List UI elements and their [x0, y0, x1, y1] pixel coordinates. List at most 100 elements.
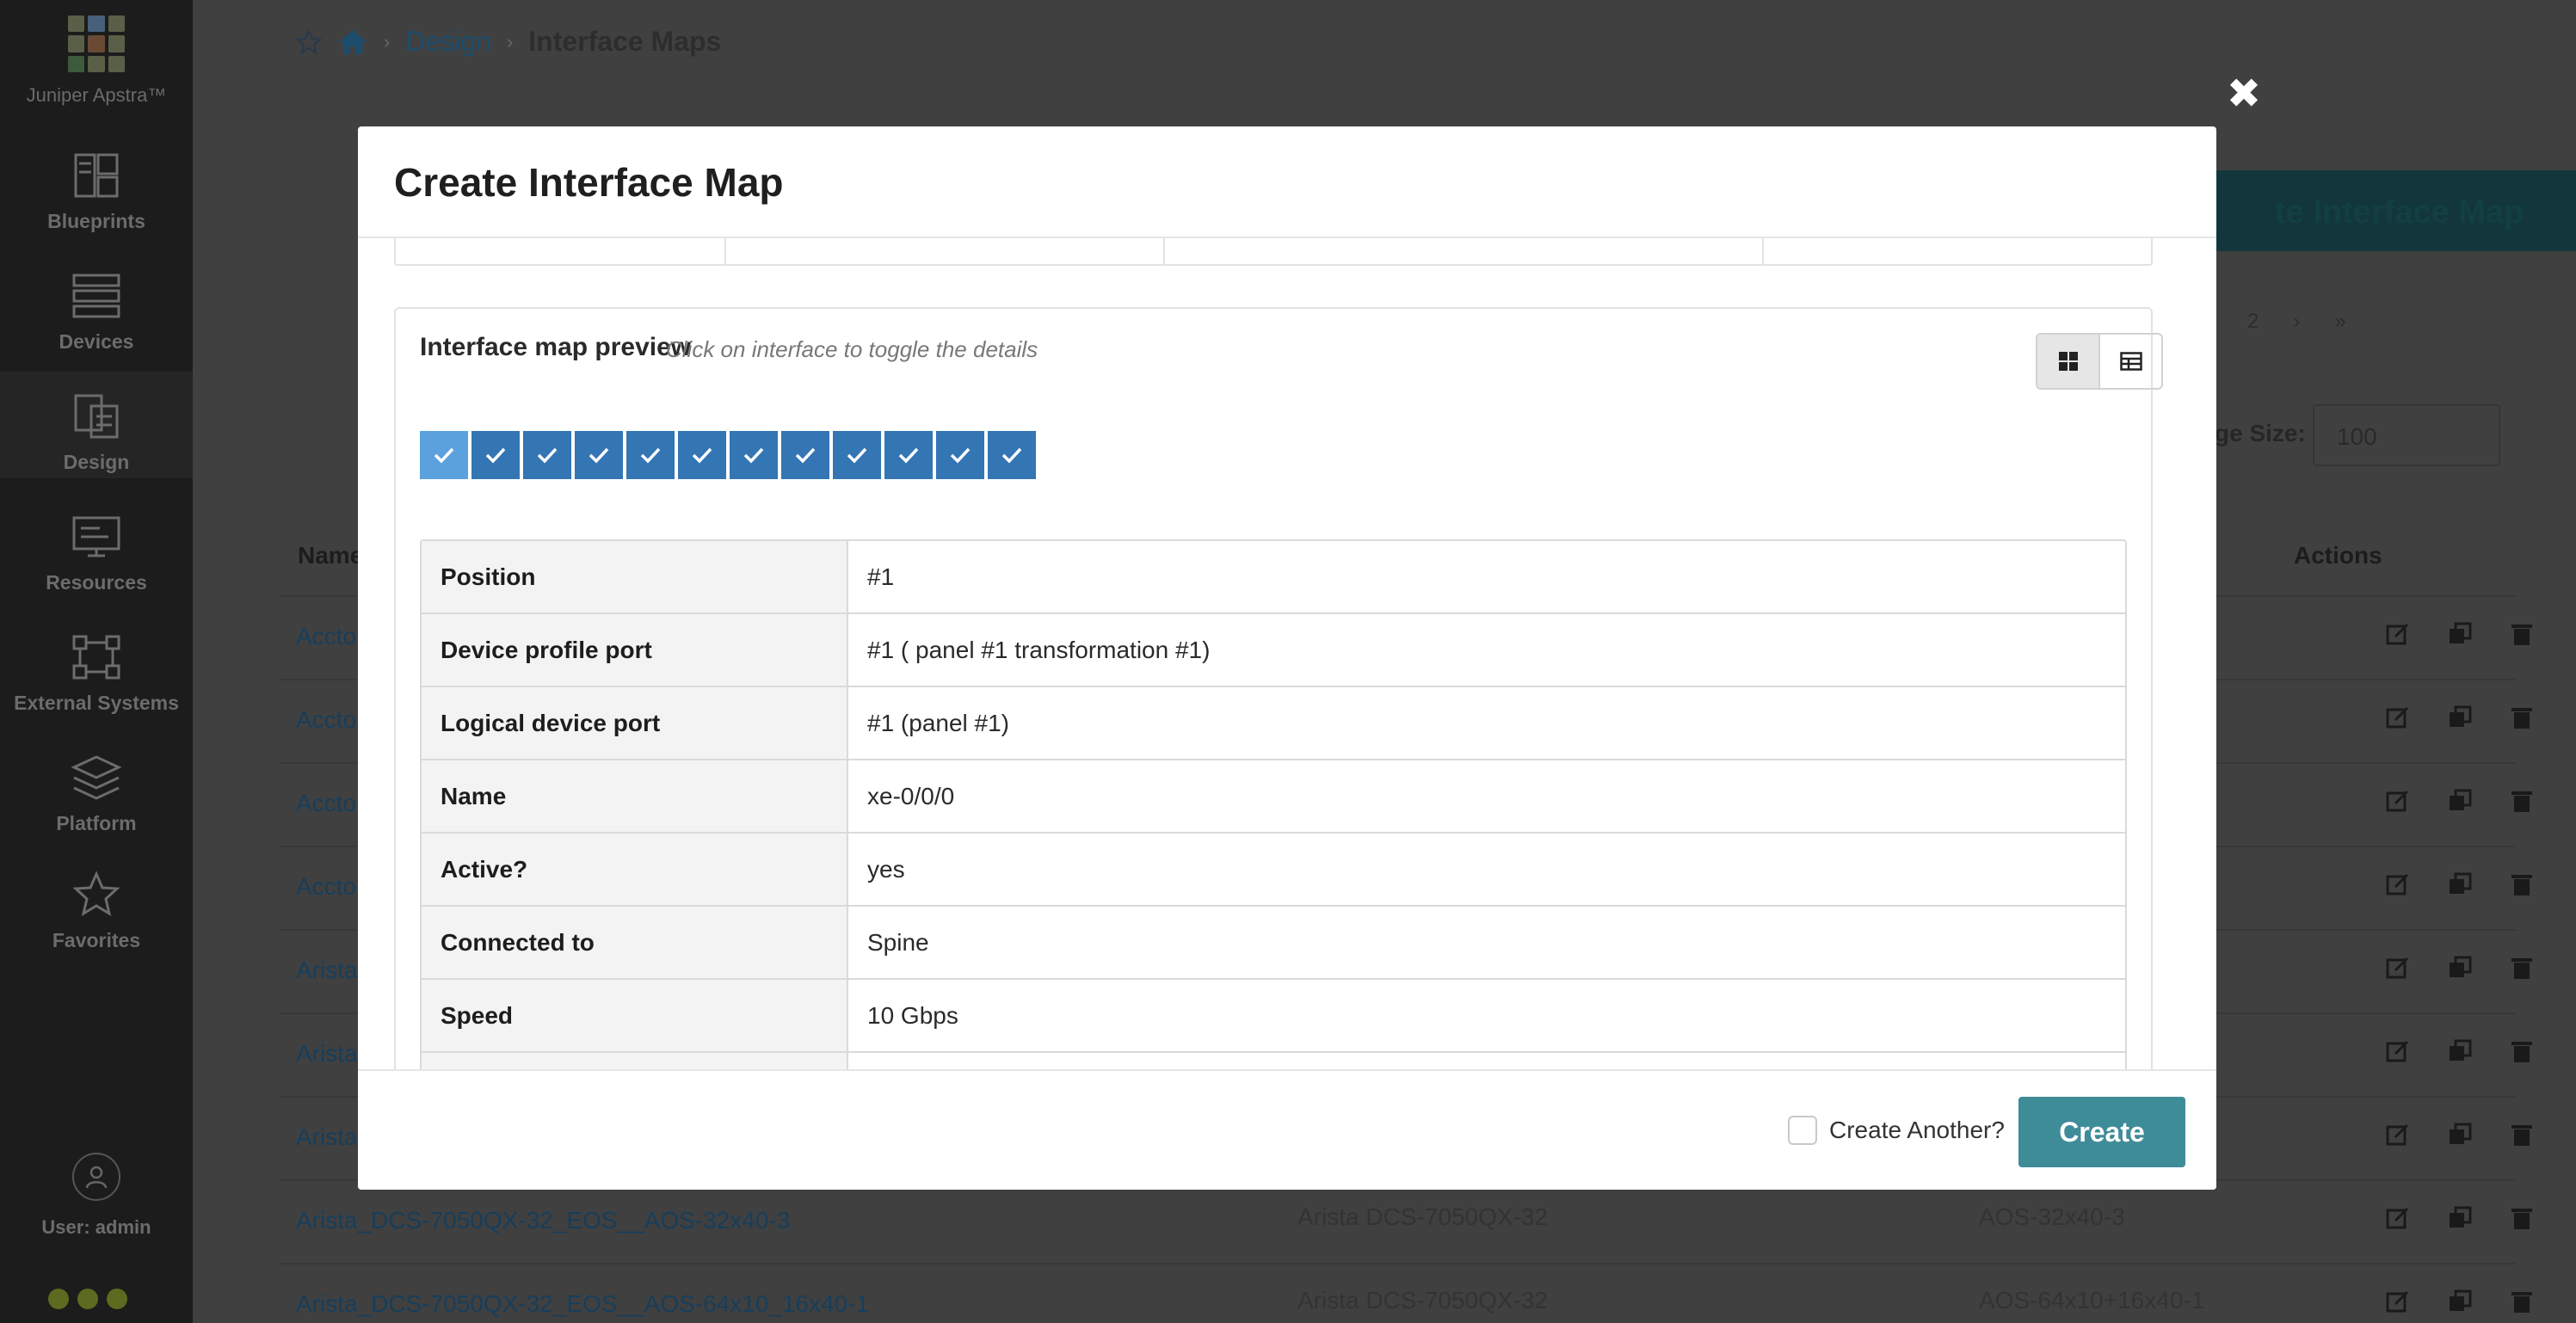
- devices-icon: [72, 274, 120, 318]
- interface-port[interactable]: [575, 431, 623, 479]
- create-another-checkbox[interactable]: [1788, 1116, 1817, 1145]
- clone-icon[interactable]: [2447, 1205, 2473, 1231]
- interface-port[interactable]: [730, 431, 778, 479]
- delete-icon[interactable]: [2509, 1289, 2535, 1314]
- sidebar-item-blueprints[interactable]: Blueprints: [0, 151, 193, 233]
- next-page-icon[interactable]: ›: [2293, 310, 2300, 334]
- detail-key: Name: [422, 760, 848, 832]
- clone-icon[interactable]: [2447, 705, 2473, 730]
- edit-icon[interactable]: [2385, 621, 2411, 647]
- delete-icon[interactable]: [2509, 1038, 2535, 1064]
- interface-map-name-link[interactable]: Accto: [296, 873, 356, 901]
- interface-port[interactable]: [781, 431, 829, 479]
- device-profile-link[interactable]: Arista DCS-7050QX-32: [1297, 1287, 1548, 1314]
- brand[interactable]: Juniper Apstra™: [0, 15, 193, 107]
- create-another-option[interactable]: Create Another?: [1788, 1116, 2005, 1145]
- sidebar-item-external-systems[interactable]: External Systems: [0, 633, 193, 715]
- edit-icon[interactable]: [2385, 1205, 2411, 1231]
- sidebar-item-resources[interactable]: Resources: [0, 513, 193, 594]
- breadcrumb-design-link[interactable]: Design: [405, 26, 491, 58]
- page-size-select[interactable]: 100: [2313, 404, 2500, 466]
- check-icon: [589, 447, 609, 464]
- clone-icon[interactable]: [2447, 1122, 2473, 1148]
- status-dots[interactable]: [48, 1289, 127, 1309]
- delete-icon[interactable]: [2509, 621, 2535, 647]
- interface-port[interactable]: [988, 431, 1036, 479]
- page-size-label: ge Size:: [2215, 420, 2306, 446]
- table-view-button[interactable]: [2098, 335, 2161, 388]
- edit-icon[interactable]: [2385, 1038, 2411, 1064]
- interface-port[interactable]: [884, 431, 933, 479]
- delete-icon[interactable]: [2509, 705, 2535, 730]
- interface-map-name-link[interactable]: Arista_DCS-7050QX-32_EOS__AOS-32x40-3: [296, 1207, 790, 1234]
- user-icon: [72, 1153, 120, 1201]
- detail-row: Position #1: [422, 541, 2125, 614]
- column-header-name[interactable]: Name: [298, 542, 363, 569]
- favorite-star-icon[interactable]: [296, 28, 322, 55]
- logical-device-link[interactable]: AOS-64x10+16x40-1: [1979, 1287, 2204, 1314]
- clone-icon[interactable]: [2447, 621, 2473, 647]
- last-page-icon[interactable]: »: [2334, 310, 2345, 334]
- sidebar-item-design[interactable]: Design: [0, 372, 193, 478]
- interface-port[interactable]: [523, 431, 571, 479]
- edit-icon[interactable]: [2385, 1122, 2411, 1148]
- row-actions: [2385, 788, 2535, 814]
- delete-icon[interactable]: [2509, 1205, 2535, 1231]
- check-icon: [795, 447, 816, 464]
- interface-port[interactable]: [471, 431, 520, 479]
- preview-hint: Click on interface to toggle the details: [666, 336, 1038, 362]
- delete-icon[interactable]: [2509, 1122, 2535, 1148]
- create-interface-map-modal: Create Interface Map Interface map previ…: [358, 126, 2216, 1190]
- detail-value: Spine: [867, 929, 929, 956]
- edit-icon[interactable]: [2385, 955, 2411, 981]
- delete-icon[interactable]: [2509, 788, 2535, 814]
- page-number[interactable]: 2: [2247, 310, 2259, 334]
- edit-icon[interactable]: [2385, 705, 2411, 730]
- chevron-right-icon: ›: [384, 30, 391, 52]
- clone-icon[interactable]: [2447, 871, 2473, 897]
- clone-icon[interactable]: [2447, 1289, 2473, 1314]
- interface-map-name-link[interactable]: Arista: [296, 1123, 358, 1151]
- interface-map-name-link[interactable]: Arista_DCS-7050QX-32_EOS__AOS-64x10_16x4…: [296, 1290, 869, 1318]
- edit-icon[interactable]: [2385, 1289, 2411, 1314]
- detail-value: xe-0/0/0: [867, 783, 955, 809]
- clone-icon[interactable]: [2447, 788, 2473, 814]
- interface-port[interactable]: [936, 431, 984, 479]
- interface-map-name-link[interactable]: Arista: [296, 1040, 358, 1068]
- brand-name: Juniper Apstra™: [26, 84, 167, 106]
- detail-row: Name xe-0/0/0: [422, 760, 2125, 834]
- clone-icon[interactable]: [2447, 955, 2473, 981]
- interface-details-table: Position #1 Device profile port #1 ( panel …: [420, 539, 2127, 1128]
- sidebar-item-devices[interactable]: Devices: [0, 272, 193, 354]
- edit-icon[interactable]: [2385, 871, 2411, 897]
- device-profile-table: [394, 238, 2153, 266]
- device-profile-link[interactable]: Arista DCS-7050QX-32: [1297, 1203, 1548, 1231]
- star-icon: [72, 871, 120, 917]
- edit-icon[interactable]: [2385, 788, 2411, 814]
- interface-port[interactable]: [833, 431, 881, 479]
- grid-view-button[interactable]: [2037, 335, 2098, 388]
- sidebar-item-favorites[interactable]: Favorites: [0, 871, 193, 952]
- delete-icon[interactable]: [2509, 871, 2535, 897]
- delete-icon[interactable]: [2509, 955, 2535, 981]
- interface-port[interactable]: [420, 431, 468, 479]
- preview-title: Interface map preview: [420, 333, 692, 361]
- home-icon[interactable]: [337, 28, 368, 56]
- interface-map-name-link[interactable]: Accto: [296, 623, 356, 650]
- interface-port[interactable]: [678, 431, 726, 479]
- clone-icon[interactable]: [2447, 1038, 2473, 1064]
- modal-body[interactable]: Interface map preview Click on interface…: [358, 238, 2216, 1190]
- view-toggle: [2036, 333, 2163, 390]
- interface-map-name-link[interactable]: Accto: [296, 790, 356, 817]
- close-modal-icon[interactable]: ✖: [2225, 74, 2263, 115]
- sidebar-item-platform[interactable]: Platform: [0, 754, 193, 835]
- interface-port[interactable]: [626, 431, 675, 479]
- user-menu[interactable]: User: admin: [0, 1153, 193, 1239]
- create-another-label: Create Another?: [1829, 1117, 2005, 1143]
- interface-map-name-link[interactable]: Arista: [296, 957, 358, 984]
- logical-device-link[interactable]: AOS-32x40-3: [1979, 1203, 2125, 1231]
- status-dot-icon: [48, 1289, 69, 1309]
- create-button[interactable]: Create: [2018, 1097, 2185, 1167]
- create-interface-map-button[interactable]: te Interface Map: [2206, 170, 2576, 251]
- interface-map-name-link[interactable]: Accto: [296, 706, 356, 734]
